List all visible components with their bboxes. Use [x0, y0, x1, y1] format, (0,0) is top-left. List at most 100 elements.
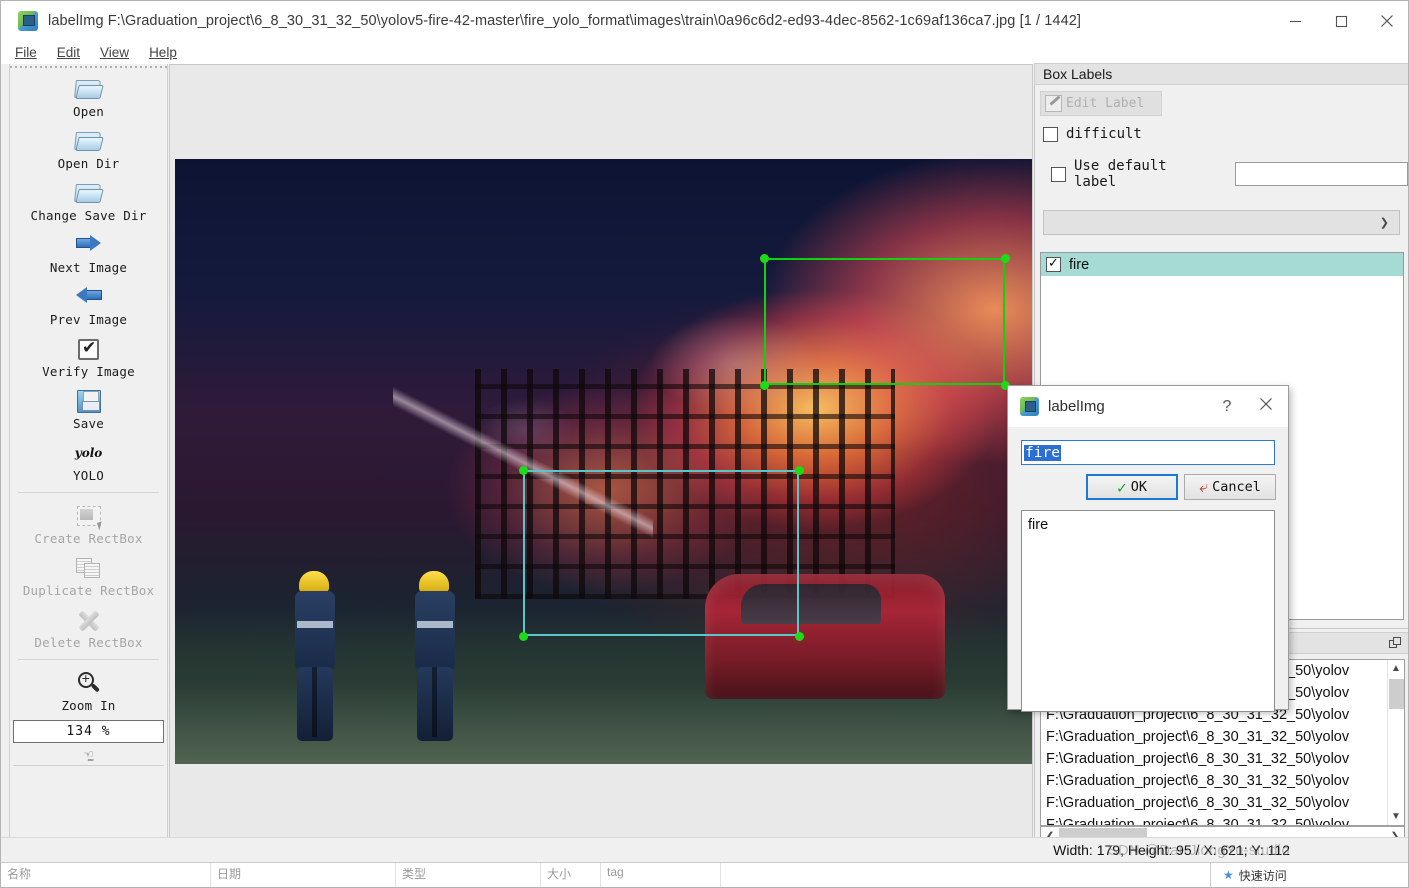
undock-window-icon[interactable] — [1389, 637, 1402, 650]
edit-label-text: Edit Label — [1066, 96, 1145, 111]
annotated-photo — [175, 159, 1032, 764]
label-item-text: fire — [1069, 256, 1090, 273]
zoom-level-input[interactable]: 134 % — [13, 720, 164, 743]
magnifier-plus-icon — [77, 668, 101, 698]
toolbar-label-prev-image: Prev Image — [49, 312, 128, 327]
bg-column-size: 大小 — [541, 863, 601, 887]
dialog-close-icon[interactable] — [1244, 397, 1288, 416]
menu-file-label: File — [15, 45, 37, 60]
bbox-handle-bottom-left[interactable] — [518, 631, 528, 641]
file-list-item[interactable]: F:\Graduation_project\6_8_30_31_32_50\yo… — [1041, 770, 1387, 792]
yolo-format-icon: yolo — [74, 446, 103, 460]
vertical-scroll-thumb[interactable] — [1388, 679, 1404, 709]
toolbar-item-change-save-dir[interactable]: Change Save Dir — [10, 175, 167, 227]
bbox-handle-bottom-right[interactable] — [794, 631, 804, 641]
bg-quick-access: ★ 快速访问 — [1210, 863, 1408, 887]
toolbar-label-next-image: Next Image — [49, 260, 128, 275]
menu-file[interactable]: File — [15, 45, 37, 60]
bg-column-name: 名称 — [1, 863, 211, 887]
difficult-label: difficult — [1066, 126, 1142, 142]
label-item-checkbox[interactable] — [1046, 255, 1061, 272]
red-undo-arrow-icon: ⤶ — [1199, 477, 1209, 496]
image-canvas[interactable] — [169, 64, 1033, 856]
menu-help[interactable]: Help — [149, 45, 177, 60]
file-list-item[interactable]: F:\Graduation_project\6_8_30_31_32_50\yo… — [1041, 792, 1387, 814]
toolbar-item-save[interactable]: Save — [10, 383, 167, 435]
toolbar-label-create-rectbox: Create RectBox — [34, 531, 143, 546]
folder-icon — [73, 126, 104, 156]
toolbar-item-open[interactable]: Open — [10, 71, 167, 123]
folder-icon — [73, 74, 104, 104]
chevron-up-icon[interactable]: ▲ — [1391, 660, 1401, 677]
close-icon[interactable] — [1364, 1, 1408, 41]
toolbar-item-next-image[interactable]: Next Image — [10, 227, 167, 279]
floppy-save-icon — [76, 386, 101, 416]
menu-help-label: Help — [149, 45, 177, 60]
bounding-box-fire-1[interactable] — [759, 253, 1010, 390]
default-label-input[interactable] — [1234, 162, 1408, 186]
help-icon[interactable]: ? — [1210, 398, 1244, 416]
suggestion-item[interactable]: fire — [1028, 515, 1274, 535]
file-list-vertical-scrollbar[interactable]: ▲ ▼ — [1387, 660, 1404, 825]
toolbar-item-prev-image[interactable]: Prev Image — [10, 279, 167, 331]
maximize-icon[interactable] — [1318, 1, 1364, 41]
chevron-double-down-icon[interactable]: ☜̲ — [13, 744, 164, 766]
dialog-label-input[interactable]: fire — [1021, 440, 1275, 465]
bg-column-type: 类型 — [396, 863, 541, 887]
cancel-button[interactable]: ⤶ Cancel — [1184, 474, 1276, 500]
checkbox-check-icon — [78, 334, 99, 364]
file-list-item[interactable]: F:\Graduation_project\6_8_30_31_32_50\yo… — [1041, 748, 1387, 770]
toolbar-separator — [18, 492, 159, 493]
label-combo-box[interactable]: ❯ — [1043, 210, 1400, 235]
toolbar-drag-handle[interactable] — [10, 64, 167, 71]
bbox-handle-bottom-left[interactable] — [759, 380, 769, 390]
toolbar-label-yolo: YOLO — [73, 468, 104, 483]
left-toolbar: Open Open Dir Change Save Dir Next Image… — [9, 64, 168, 856]
cancel-button-label: Cancel — [1212, 479, 1261, 495]
toolbar-label-delete-rectbox: Delete RectBox — [34, 635, 143, 650]
bounding-box-fire-2-selected[interactable] — [518, 465, 804, 641]
toolbar-item-yolo[interactable]: yolo YOLO — [10, 435, 167, 487]
menu-view[interactable]: View — [100, 45, 129, 60]
pencil-edit-icon — [1045, 95, 1062, 112]
menu-bar: File Edit View Help — [1, 41, 1408, 64]
file-list-item[interactable]: F:\Graduation_project\6_8_30_31_32_50\yo… — [1041, 726, 1387, 748]
dialog-suggestion-list[interactable]: fire — [1021, 510, 1275, 712]
toolbar-item-open-dir[interactable]: Open Dir — [10, 123, 167, 175]
toolbar-item-verify-image[interactable]: Verify Image — [10, 331, 167, 383]
star-icon: ★ — [1223, 868, 1234, 882]
toolbar-item-duplicate-rectbox[interactable]: Duplicate RectBox — [10, 550, 167, 602]
bbox-handle-top-right[interactable] — [794, 465, 804, 475]
file-list-item[interactable]: F:\Graduation_project\6_8_30_31_32_50\yo… — [1041, 814, 1387, 825]
edit-label-button[interactable]: Edit Label — [1040, 91, 1162, 116]
use-default-label-checkbox[interactable] — [1051, 166, 1066, 182]
ok-button[interactable]: ✓ OK — [1086, 474, 1178, 500]
bbox-handle-top-right[interactable] — [1000, 253, 1010, 263]
delete-rect-icon — [76, 605, 102, 635]
duplicate-rect-icon — [75, 553, 102, 583]
ok-button-label: OK — [1130, 479, 1147, 495]
photo-firefighter — [287, 571, 353, 746]
toolbar-label-open: Open — [73, 104, 104, 119]
bbox-handle-top-left[interactable] — [759, 253, 769, 263]
use-default-label-row[interactable]: Use default label — [1051, 158, 1408, 190]
label-list-item-fire[interactable]: fire — [1041, 253, 1403, 276]
difficult-checkbox-row[interactable]: difficult — [1043, 126, 1408, 142]
menu-edit[interactable]: Edit — [57, 45, 80, 60]
chevron-down-icon[interactable]: ▼ — [1391, 808, 1401, 825]
toolbar-label-save: Save — [73, 416, 104, 431]
dialog-title-bar: labelImg ? — [1008, 386, 1288, 427]
bbox-handle-top-left[interactable] — [518, 465, 528, 475]
toolbar-item-zoom-in[interactable]: Zoom In — [10, 665, 167, 717]
toolbar-label-open-dir: Open Dir — [57, 156, 120, 171]
minimize-icon[interactable] — [1272, 1, 1318, 41]
label-input-dialog: labelImg ? fire ✓ OK ⤶ Cancel fire — [1007, 385, 1289, 712]
dialog-title: labelImg — [1048, 398, 1105, 415]
background-explorer-window: 名称 日期 类型 大小 tag ★ 快速访问 — [1, 862, 1408, 887]
bg-column-date: 日期 — [211, 863, 396, 887]
labelimg-window: labelImg F:\Graduation_project\6_8_30_31… — [0, 0, 1409, 888]
toolbar-item-delete-rectbox[interactable]: Delete RectBox — [10, 602, 167, 654]
difficult-checkbox[interactable] — [1043, 126, 1058, 142]
window-title: labelImg F:\Graduation_project\6_8_30_31… — [48, 13, 1082, 29]
toolbar-item-create-rectbox[interactable]: Create RectBox — [10, 498, 167, 550]
